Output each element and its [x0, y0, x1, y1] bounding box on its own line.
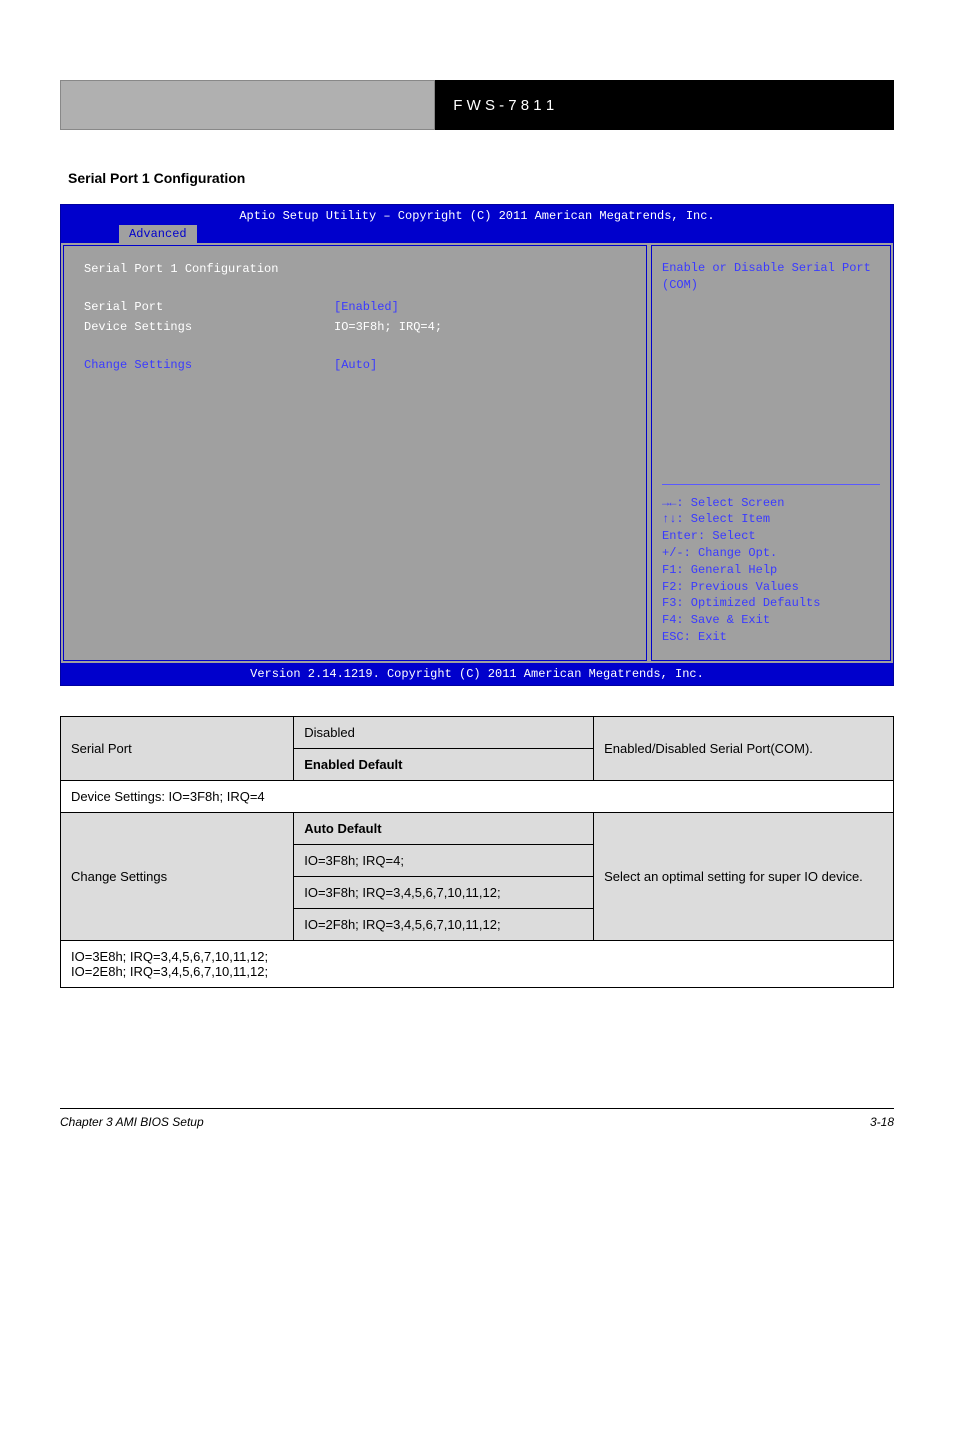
cell-serial-port-summary: Enabled/Disabled Serial Port(COM). [594, 717, 894, 781]
cell-serial-port-default: Default [358, 757, 402, 772]
cell-change-opt0-default: Default [337, 821, 381, 836]
tab-advanced[interactable]: Advanced [119, 225, 197, 243]
bios-item-device-settings: Device Settings [84, 318, 334, 337]
bios-nav-hints: →←: Select Screen ↑↓: Select Item Enter:… [662, 495, 880, 646]
bios-main-panel: Serial Port 1 Configuration Serial Port … [63, 245, 647, 661]
bios-tab-row: Advanced [61, 223, 893, 243]
cell-change-opt1: IO=3F8h; IRQ=4; [294, 845, 594, 877]
bios-value-serial-port[interactable]: [Enabled] [334, 298, 632, 317]
options-table: Serial Port Disabled Enabled/Disabled Se… [60, 716, 894, 988]
cell-change-opt0-text: Auto [304, 821, 334, 836]
bios-value-change-settings[interactable]: [Auto] [334, 356, 632, 375]
bios-help-text: Enable or Disable Serial Port (COM) [662, 260, 880, 294]
header-left [60, 80, 435, 130]
bios-footer: Version 2.14.1219. Copyright (C) 2011 Am… [61, 663, 893, 685]
bios-heading: Serial Port 1 Configuration [84, 260, 334, 279]
nav-previous-values: F2: Previous Values [662, 579, 880, 596]
cell-note-line2: IO=2E8h; IRQ=3,4,5,6,7,10,11,12; [71, 964, 883, 979]
cell-note-line1: IO=3E8h; IRQ=3,4,5,6,7,10,11,12; [71, 949, 883, 964]
cell-note: IO=3E8h; IRQ=3,4,5,6,7,10,11,12; IO=2E8h… [61, 941, 894, 988]
bios-title: Aptio Setup Utility – Copyright (C) 2011… [61, 205, 893, 223]
bios-value-device-settings: IO=3F8h; IRQ=4; [334, 318, 632, 337]
cell-serial-port-opt1-text: Enabled [304, 757, 355, 772]
nav-esc: ESC: Exit [662, 629, 880, 646]
product-model: F W S - 7 8 1 1 [453, 97, 554, 114]
cell-serial-port-label: Serial Port [61, 717, 294, 781]
bios-screenshot: Aptio Setup Utility – Copyright (C) 2011… [60, 204, 894, 686]
cell-change-settings-label: Change Settings [61, 813, 294, 941]
nav-change-opt: +/-: Change Opt. [662, 545, 880, 562]
nav-select-item: ↑↓: Select Item [662, 511, 880, 528]
nav-general-help: F1: General Help [662, 562, 880, 579]
nav-save-exit: F4: Save & Exit [662, 612, 880, 629]
cell-serial-port-opt0: Disabled [294, 717, 594, 749]
cell-change-opt3: IO=2F8h; IRQ=3,4,5,6,7,10,11,12; [294, 909, 594, 941]
header-right: F W S - 7 8 1 1 [435, 80, 894, 130]
bios-help-panel: Enable or Disable Serial Port (COM) →←: … [651, 245, 891, 661]
footer-left: Chapter 3 AMI BIOS Setup [60, 1115, 204, 1129]
nav-select-screen: →←: Select Screen [662, 495, 880, 512]
cell-change-opt0: Auto Default [294, 813, 594, 845]
cell-change-settings-summary: Select an optimal setting for super IO d… [594, 813, 894, 941]
page-header: F W S - 7 8 1 1 [60, 80, 894, 130]
cell-device-settings: Device Settings: IO=3F8h; IRQ=4 [61, 781, 894, 813]
bios-item-serial-port[interactable]: Serial Port [84, 298, 334, 317]
nav-optimized-defaults: F3: Optimized Defaults [662, 595, 880, 612]
section-title: Serial Port 1 Configuration [60, 170, 894, 186]
footer-right: 3-18 [870, 1115, 894, 1129]
bios-item-change-settings[interactable]: Change Settings [84, 356, 334, 375]
page-footer: Chapter 3 AMI BIOS Setup 3-18 [60, 1115, 894, 1129]
cell-serial-port-opt1: Enabled Default [294, 749, 594, 781]
cell-change-opt2: IO=3F8h; IRQ=3,4,5,6,7,10,11,12; [294, 877, 594, 909]
nav-enter: Enter: Select [662, 528, 880, 545]
